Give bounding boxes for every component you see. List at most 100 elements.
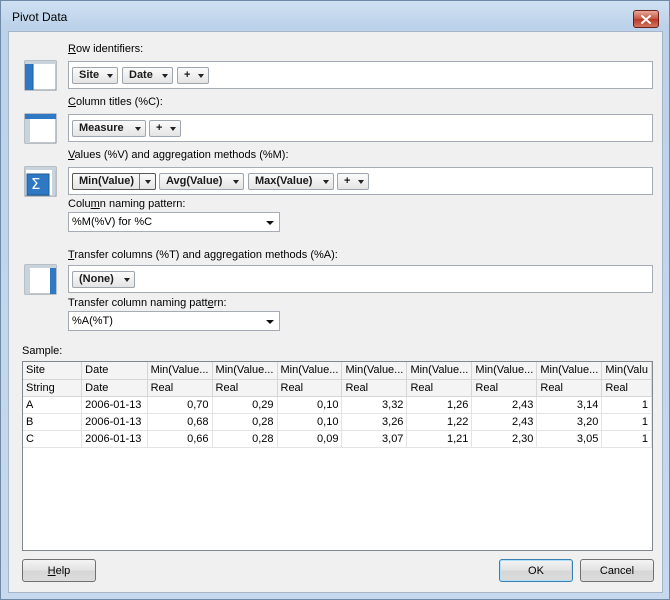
values-label: Values (%V) and aggregation methods (%M)… bbox=[68, 149, 289, 161]
grid-cell: Min(Value... bbox=[212, 362, 278, 380]
grid-cell: Site bbox=[23, 362, 83, 380]
values-panel[interactable]: Min(Value) Avg(Value) Max(Value) + bbox=[68, 167, 653, 195]
transfer-naming-label: Transfer column naming pattern: bbox=[68, 297, 227, 309]
sigma-symbol: Σ bbox=[31, 175, 41, 193]
chevron-down-icon[interactable] bbox=[266, 320, 274, 324]
ok-button[interactable]: OK bbox=[499, 559, 573, 582]
table-row: A 2006-01-13 0,70 0,29 0,10 3,32 1,26 2,43 3,14 1 bbox=[23, 396, 652, 414]
grid-cell: 2006-01-13 bbox=[81, 430, 148, 448]
sample-table: Site Date Min(Value... Min(Value... Min(Valu… bbox=[23, 362, 652, 448]
grid-cell: 0,68 bbox=[147, 413, 213, 431]
grid-cell: 2,30 bbox=[471, 430, 538, 448]
chevron-down-icon[interactable] bbox=[266, 221, 274, 225]
grid-cell: C bbox=[23, 430, 83, 448]
chevron-down-icon bbox=[124, 278, 130, 282]
transfer-naming-combo[interactable]: %A(%T) bbox=[68, 311, 280, 331]
grid-cell: Date bbox=[81, 379, 148, 397]
value-chip-add[interactable]: + bbox=[337, 173, 369, 190]
grid-cell: 2006-01-13 bbox=[81, 413, 148, 431]
grid-cell: 0,10 bbox=[277, 396, 343, 414]
grid-cell: Real bbox=[601, 379, 652, 397]
grid-cell: Min(Value... bbox=[277, 362, 343, 380]
grid-cell: Real bbox=[471, 379, 538, 397]
grid-cell: 0,09 bbox=[277, 430, 343, 448]
grid-cell: 0,70 bbox=[147, 396, 213, 414]
column-titles-icon bbox=[24, 113, 57, 144]
grid-cell: 3,05 bbox=[536, 430, 603, 448]
chevron-down-icon bbox=[107, 74, 113, 78]
value-chip-max[interactable]: Max(Value) bbox=[248, 173, 334, 190]
cancel-button[interactable]: Cancel bbox=[580, 559, 654, 582]
grid-cell: 0,28 bbox=[212, 430, 278, 448]
chevron-down-icon bbox=[145, 180, 151, 184]
grid-cell: 1 bbox=[601, 413, 652, 431]
grid-cell: 2,43 bbox=[471, 413, 538, 431]
grid-header-row: Site Date Min(Value... Min(Value... Min(Valu… bbox=[23, 362, 652, 380]
table-row: B 2006-01-13 0,68 0,28 0,10 3,26 1,22 2,43 3,20 1 bbox=[23, 413, 652, 431]
row-id-chip-site[interactable]: Site bbox=[72, 67, 118, 84]
transfer-naming-value: %A(%T) bbox=[72, 315, 113, 327]
column-titles-label: Column titles (%C): bbox=[68, 96, 163, 108]
grid-type-row: String Date Real Real Real Real Real Real Real Re… bbox=[23, 379, 652, 397]
grid-cell: 3,32 bbox=[341, 396, 408, 414]
chevron-down-icon bbox=[323, 180, 329, 184]
chevron-down-icon bbox=[233, 180, 239, 184]
column-titles-panel[interactable]: Measure + bbox=[68, 114, 653, 142]
grid-cell: Real bbox=[277, 379, 343, 397]
dialog-body: Row identifiers: Site Date + Column titl… bbox=[8, 31, 663, 593]
row-identifiers-panel[interactable]: Site Date + bbox=[68, 61, 653, 89]
grid-cell: 3,20 bbox=[536, 413, 603, 431]
transfer-columns-panel[interactable]: (None) bbox=[68, 265, 653, 293]
grid-cell: Real bbox=[341, 379, 408, 397]
grid-cell: 1 bbox=[601, 396, 652, 414]
column-naming-label: Column naming pattern: bbox=[68, 198, 186, 210]
grid-cell: 3,26 bbox=[341, 413, 408, 431]
pivot-data-dialog: Pivot Data Row identifiers: Site Date + … bbox=[0, 0, 670, 600]
grid-cell: 2006-01-13 bbox=[81, 396, 148, 414]
sample-label: Sample: bbox=[22, 345, 63, 357]
grid-cell: 2,43 bbox=[471, 396, 538, 414]
column-naming-value: %M(%V) for %C bbox=[72, 216, 153, 228]
grid-cell: B bbox=[23, 413, 83, 431]
grid-cell: 1,26 bbox=[406, 396, 473, 414]
column-chip-add[interactable]: + bbox=[149, 120, 181, 137]
chevron-down-icon bbox=[170, 127, 176, 131]
chevron-down-icon bbox=[358, 180, 364, 184]
grid-cell: Min(Value... bbox=[471, 362, 538, 380]
grid-cell: 0,29 bbox=[212, 396, 278, 414]
window-title: Pivot Data bbox=[12, 10, 68, 24]
value-chip-min[interactable]: Min(Value) bbox=[72, 173, 156, 190]
close-button[interactable] bbox=[633, 10, 659, 28]
transfer-chip-none[interactable]: (None) bbox=[72, 271, 135, 288]
grid-cell: Min(Value... bbox=[406, 362, 473, 380]
chevron-down-icon bbox=[198, 74, 204, 78]
sample-grid[interactable]: Site Date Min(Value... Min(Value... Min(Valu… bbox=[22, 361, 653, 551]
row-id-chip-add[interactable]: + bbox=[177, 67, 209, 84]
help-button[interactable]: Help bbox=[22, 559, 96, 582]
column-chip-measure[interactable]: Measure bbox=[72, 120, 146, 137]
grid-cell: Real bbox=[406, 379, 473, 397]
grid-cell: 1,21 bbox=[406, 430, 473, 448]
chevron-down-icon bbox=[162, 74, 168, 78]
grid-cell: 0,28 bbox=[212, 413, 278, 431]
grid-cell: Min(Value... bbox=[536, 362, 603, 380]
grid-cell: 0,66 bbox=[147, 430, 213, 448]
grid-cell: Min(Value... bbox=[341, 362, 408, 380]
grid-cell: Real bbox=[147, 379, 213, 397]
grid-cell: String bbox=[23, 379, 83, 397]
grid-cell: 3,14 bbox=[536, 396, 603, 414]
grid-cell: A bbox=[23, 396, 83, 414]
value-chip-avg[interactable]: Avg(Value) bbox=[159, 173, 244, 190]
column-naming-combo[interactable]: %M(%V) for %C bbox=[68, 212, 280, 232]
table-row: C 2006-01-13 0,66 0,28 0,09 3,07 1,21 2,30 3,05 1 bbox=[23, 430, 652, 448]
transfer-columns-label: Transfer columns (%T) and aggregation me… bbox=[68, 249, 338, 261]
grid-cell: 1 bbox=[601, 430, 652, 448]
grid-cell: Min(Value... bbox=[147, 362, 213, 380]
grid-cell: Min(Valu bbox=[601, 362, 652, 380]
grid-cell: 3,07 bbox=[341, 430, 408, 448]
grid-cell: Real bbox=[536, 379, 603, 397]
values-icon: Σ bbox=[22, 165, 58, 199]
row-id-chip-date[interactable]: Date bbox=[122, 67, 173, 84]
title-bar[interactable]: Pivot Data bbox=[1, 1, 669, 31]
chevron-down-icon bbox=[135, 127, 141, 131]
